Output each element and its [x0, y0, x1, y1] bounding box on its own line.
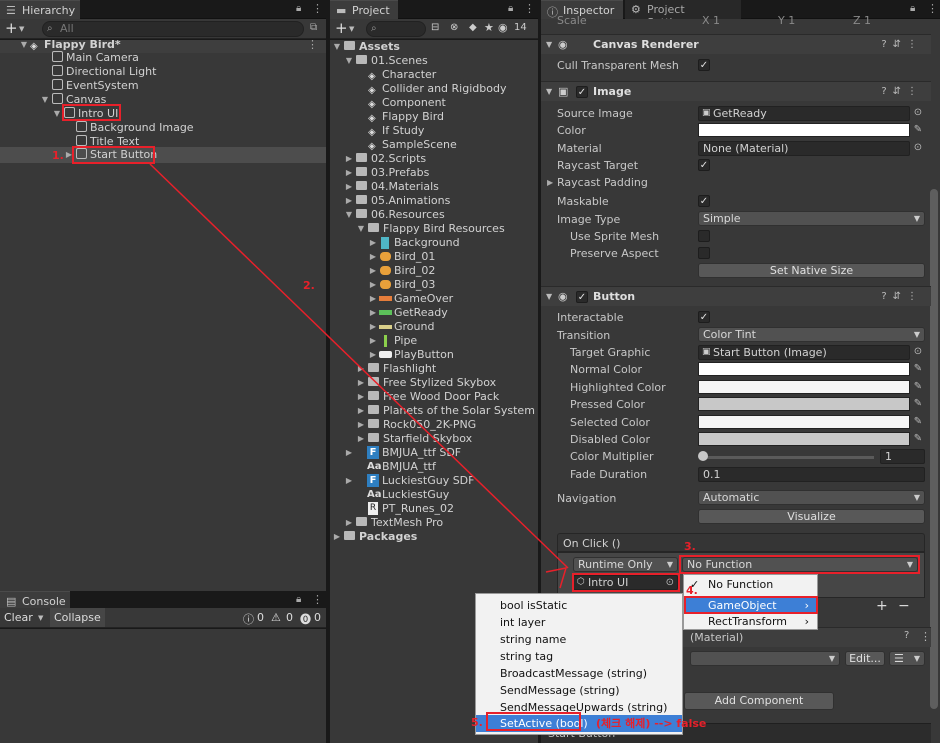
- annotation-step-2: 2.: [303, 279, 315, 292]
- annotation-step-3: 3.: [684, 540, 696, 553]
- annotation-note: (체크 해제) --> false: [596, 717, 707, 730]
- annotation-step-5: 5.: [471, 716, 483, 729]
- annotation-step-4: 4.: [686, 584, 698, 597]
- annotation-step-1: 1.: [52, 149, 64, 162]
- annotation-arrow: [149, 163, 569, 589]
